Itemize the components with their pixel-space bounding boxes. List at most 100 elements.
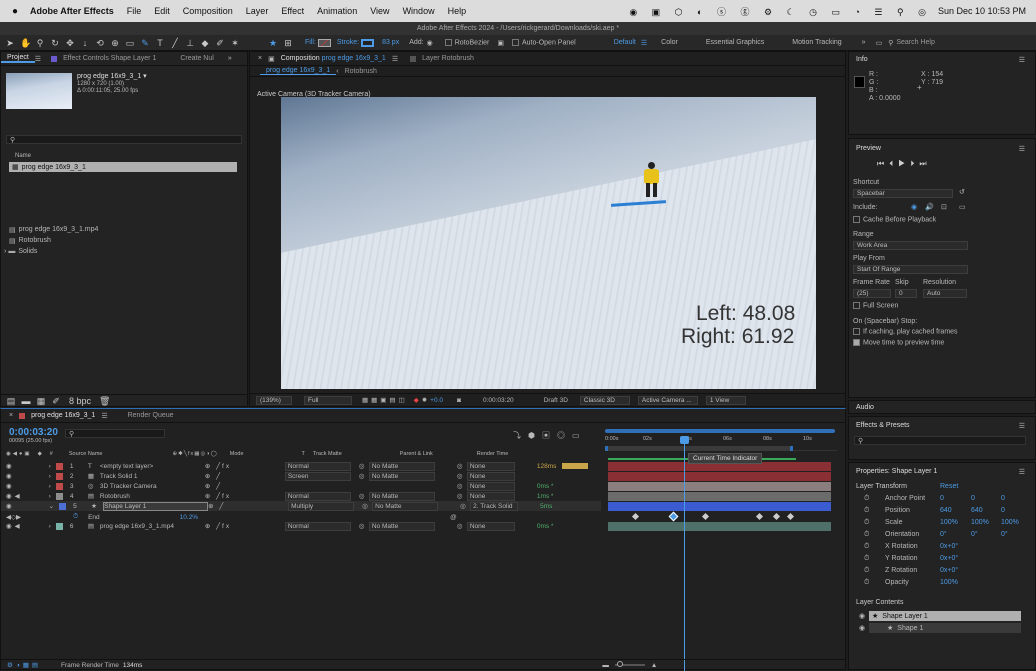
layer-bar-2[interactable]: [608, 472, 831, 481]
property-value-2[interactable]: 100%: [971, 519, 989, 526]
parent-pickwhip-icon[interactable]: ◎: [457, 472, 465, 480]
stroke-width[interactable]: 83 px: [382, 39, 399, 46]
effects-search[interactable]: ⚲: [854, 436, 1026, 445]
exposure-value[interactable]: +0.0: [430, 397, 443, 404]
visibility-eye-icon[interactable]: ◉: [6, 482, 12, 490]
color-icon[interactable]: ◆: [414, 396, 419, 404]
visibility-eye-icon[interactable]: ◉: [859, 612, 865, 620]
keyframe[interactable]: [701, 512, 710, 521]
panel-menu-icon[interactable]: ☰: [392, 55, 398, 63]
layer-name[interactable]: prog edge 16x9_3_1.mp4: [100, 523, 205, 530]
fullscreen-checkbox[interactable]: Full Screen: [853, 302, 898, 309]
property-value-1[interactable]: 0: [940, 495, 944, 502]
expand-arrow-icon[interactable]: ›: [49, 483, 51, 490]
menu-edit[interactable]: Edit: [154, 6, 170, 16]
expand-arrow-icon[interactable]: ⌄: [49, 502, 54, 510]
menu-composition[interactable]: Composition: [183, 6, 233, 16]
view-options-icons[interactable]: ▦▦▣▤◫: [362, 396, 408, 404]
project-search[interactable]: ⚲: [6, 135, 242, 144]
property-end-value[interactable]: 10.2%: [180, 514, 198, 521]
stopwatch-icon[interactable]: ⏱: [73, 513, 78, 521]
eraser-icon[interactable]: ◆: [200, 38, 210, 48]
parent-pickwhip-icon[interactable]: ◎: [457, 492, 465, 500]
interpret-icon[interactable]: ▤: [6, 396, 16, 406]
project-item-rotobrush[interactable]: ▤ Rotobrush: [9, 237, 51, 245]
label-color[interactable]: [55, 522, 63, 530]
property-value-1[interactable]: 0x+0°: [940, 543, 958, 550]
layer-name[interactable]: 3D Tracker Camera: [100, 483, 205, 490]
property-value-1[interactable]: 0°: [940, 531, 947, 538]
timeline-search[interactable]: ⚲: [65, 429, 165, 438]
stop-cache-checkbox[interactable]: If caching, play cached frames: [853, 328, 958, 335]
layer-switches[interactable]: ⊕ ╱fx: [205, 492, 237, 500]
snap-icon[interactable]: ★: [268, 38, 278, 48]
layer-row[interactable]: ◉ ◀ › 6 ▤ prog edge 16x9_3_1.mp4 ⊕ ╱fx Normal ◎ N…: [1, 521, 601, 531]
camera-dropdown[interactable]: Active Camera ...: [637, 395, 698, 405]
parent-pickwhip-icon[interactable]: ◎: [457, 462, 465, 470]
exposure-icon[interactable]: ✹: [422, 396, 427, 404]
layer-mode[interactable]: Screen: [284, 471, 351, 481]
layer-bar-6[interactable]: [608, 522, 831, 531]
rotobezier-checkbox[interactable]: RotoBezier: [444, 38, 489, 46]
property-value-1[interactable]: 100%: [940, 579, 958, 586]
layer-parent[interactable]: None: [466, 491, 515, 501]
app-menu[interactable]: Adobe After Effects: [30, 6, 114, 16]
matte-icon[interactable]: ◎: [359, 492, 367, 500]
search-help-icon[interactable]: ⚲: [888, 39, 893, 47]
zoom-in-icon[interactable]: ▲: [651, 662, 657, 669]
stop-move-checkbox[interactable]: Move time to preview time: [853, 339, 944, 346]
parent-pickwhip-icon[interactable]: ◎: [457, 482, 465, 490]
visibility-eye-icon[interactable]: ◉: [6, 502, 12, 510]
include-audio-icon[interactable]: 🔊: [925, 203, 934, 211]
skip-dropdown[interactable]: 0: [895, 289, 917, 298]
range-bar[interactable]: [605, 446, 793, 451]
create-null-button[interactable]: Create Nul: [174, 55, 219, 62]
timeline-timecode[interactable]: 0:00:03:20: [9, 427, 58, 438]
layer-row[interactable]: ◉ › 2 ▦ Track Solid 1 ⊕ ╱ Screen ◎ No Matte ◎ None: [1, 471, 601, 481]
cache-checkbox[interactable]: Cache Before Playback: [853, 216, 936, 223]
col-source[interactable]: Source Name: [69, 451, 103, 457]
orbit-tool-icon[interactable]: ↻: [50, 38, 60, 48]
pan-behind-icon[interactable]: ⊕: [110, 38, 120, 48]
keyframe[interactable]: [755, 512, 764, 521]
viewer-frame[interactable]: Left: 48.08 Right: 61.92: [281, 97, 816, 389]
layer-switches[interactable]: ⊕ ╱: [205, 472, 237, 480]
menu-view[interactable]: View: [370, 6, 389, 16]
visibility-eye-icon[interactable]: ◉: [6, 472, 12, 480]
footer-icons[interactable]: ⚙◑▦▤: [7, 661, 41, 669]
clone-stamp-icon[interactable]: ⊥: [185, 38, 195, 48]
keyframe-nav-icon[interactable]: ◀◇▶: [6, 513, 21, 521]
resolution-dropdown[interactable]: Full: [304, 395, 352, 405]
property-value-1[interactable]: 640: [940, 507, 952, 514]
layer-parent[interactable]: None: [466, 521, 515, 531]
rotate-tool-icon[interactable]: ⟲: [95, 38, 105, 48]
tab-effect-controls[interactable]: Effect Controls Shape Layer 1: [57, 55, 162, 62]
auto-open-checkbox[interactable]: Auto-Open Panel: [511, 38, 576, 46]
range-dropdown[interactable]: Work Area: [853, 241, 968, 250]
stopwatch-icon[interactable]: ⏱: [864, 579, 869, 587]
matte-icon[interactable]: ◎: [362, 502, 370, 510]
playfrom-dropdown[interactable]: Start Of Range: [853, 265, 968, 274]
workspace-essential[interactable]: Essential Graphics: [706, 39, 764, 46]
framerate-dropdown[interactable]: (25): [853, 289, 891, 298]
panel-menu-icon[interactable]: ☰: [101, 412, 107, 420]
layer-switches[interactable]: ⊕ ╱fx: [205, 522, 237, 530]
property-value-1[interactable]: 0x+0°: [940, 555, 958, 562]
keyframe-selected[interactable]: [668, 511, 679, 522]
label-color[interactable]: [55, 482, 63, 490]
expand-arrow-icon[interactable]: ›: [49, 463, 51, 470]
close-icon[interactable]: ×: [258, 55, 262, 62]
content-shape-layer[interactable]: ★ Shape Layer 1: [869, 611, 1021, 621]
layer-name[interactable]: <empty text layer>: [100, 463, 205, 470]
panel-menu-icon[interactable]: ☰: [1019, 56, 1025, 64]
layer-mode[interactable]: Normal: [284, 461, 351, 471]
zoom-tool-icon[interactable]: ⚲: [35, 38, 45, 48]
stopwatch-icon[interactable]: ⏱: [864, 519, 869, 527]
parent-pickwhip-icon[interactable]: ◎: [460, 502, 468, 510]
property-value-3[interactable]: 0: [1001, 507, 1005, 514]
layer-switches[interactable]: ⊕ ╱: [208, 502, 240, 510]
trash-icon[interactable]: 🗑: [99, 396, 110, 406]
layer-bar-5[interactable]: [608, 502, 831, 511]
property-value-2[interactable]: 0°: [971, 531, 978, 538]
expand-arrow-icon[interactable]: ›: [49, 493, 51, 500]
